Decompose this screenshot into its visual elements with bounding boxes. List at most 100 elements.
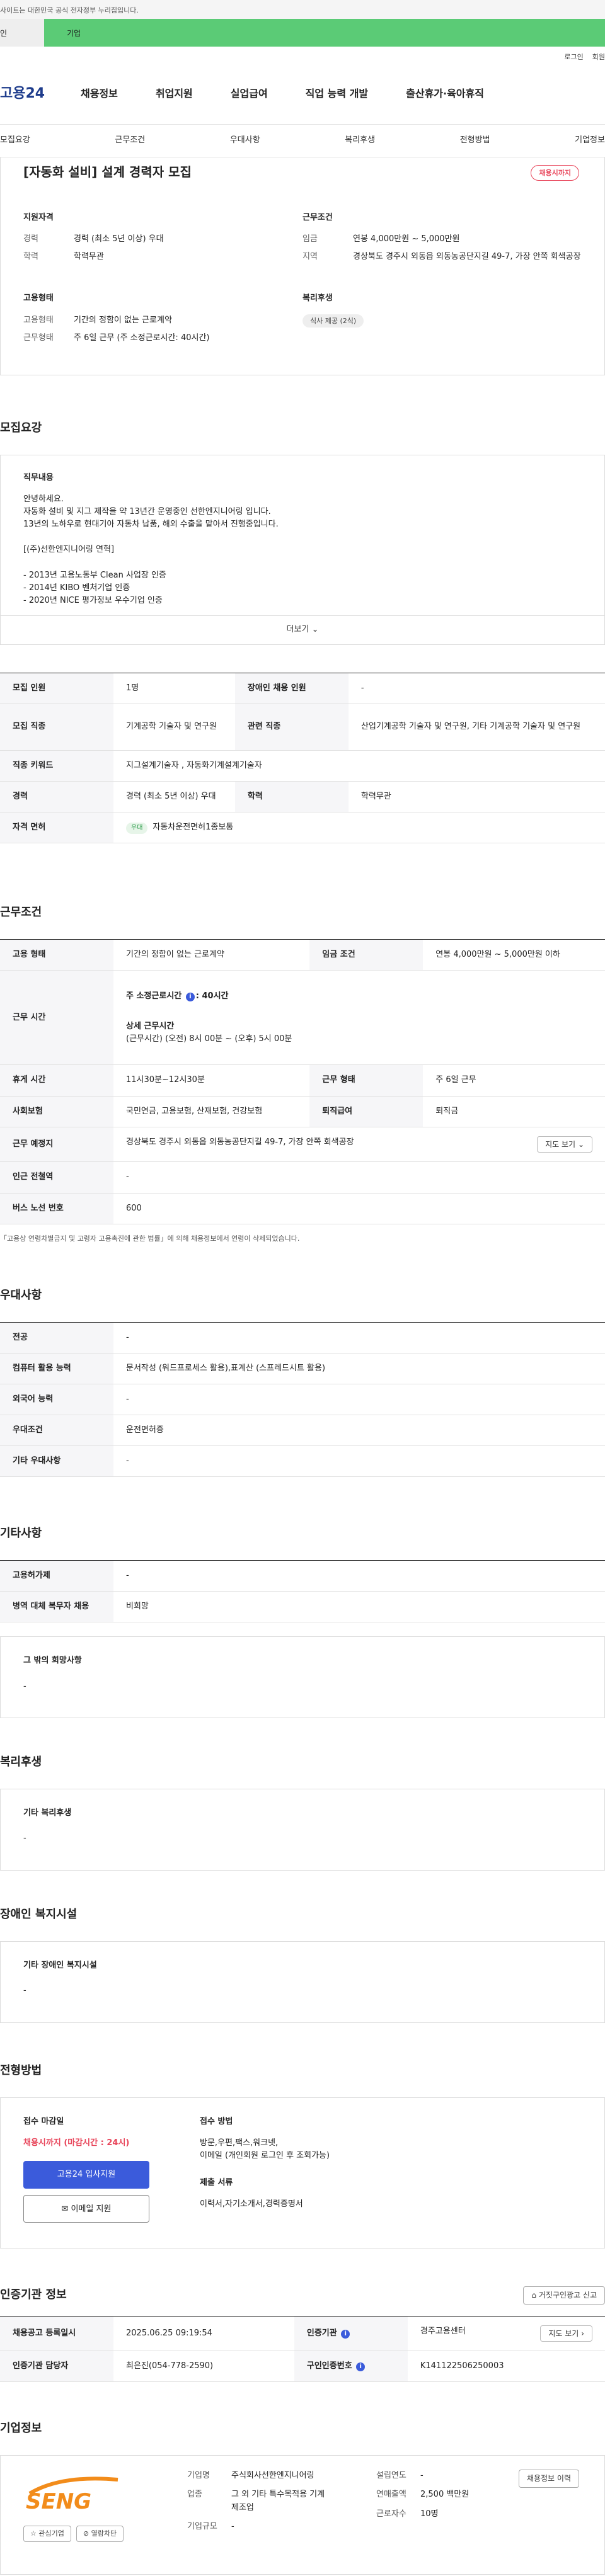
cell-value: 산업기계공학 기술자 및 연구원, 기타 기계공학 기술자 및 연구원 bbox=[348, 704, 605, 751]
desc-line: - 2020년 NICE 평가정보 우수기업 인증 bbox=[23, 595, 163, 605]
cell-label: 컴퓨터 활용 능력 bbox=[0, 1353, 113, 1384]
cell-label: 기타 우대사항 bbox=[0, 1445, 113, 1478]
desc-line bbox=[23, 531, 582, 544]
company-label: 기업명 bbox=[187, 2471, 210, 2481]
anchor-selection[interactable]: 전형방법 bbox=[460, 134, 490, 147]
company-value: 주식회사선한엔지니어링 bbox=[231, 2471, 314, 2481]
cell-value: 경주고용센터 지도 보기 › bbox=[407, 2316, 605, 2352]
info-icon[interactable]: i bbox=[356, 2362, 366, 2372]
section-title-recruit: 모집요강 bbox=[0, 421, 42, 435]
preferred-chip: 우대 bbox=[126, 823, 148, 834]
login-link[interactable]: 로그인 bbox=[564, 52, 583, 64]
cell-label: 인증기관 담당자 bbox=[0, 2351, 113, 2383]
block-company-button[interactable]: ⊘ 열람차단 bbox=[76, 2526, 124, 2542]
tab-company[interactable]: 기업 bbox=[44, 19, 605, 47]
etc-table: 고용허가제 - 병역 대체 복무자 채용 비희망 bbox=[0, 1560, 605, 1623]
cell-label: 장애인 채용 인원 bbox=[234, 673, 349, 705]
cell-value: - bbox=[113, 1445, 605, 1478]
disabled-box-value: - bbox=[23, 1986, 26, 1996]
welfare-box-value: - bbox=[23, 1833, 26, 1844]
report-fake-ad-button[interactable]: ⌂ 거짓구인광고 신고 bbox=[523, 2286, 605, 2305]
anchor-preferences[interactable]: 우대사항 bbox=[230, 134, 260, 147]
gnb-training[interactable]: 직업 능력 개발 bbox=[306, 86, 368, 102]
cell-label: 학력 bbox=[234, 781, 349, 813]
util-links: 로그인 회원 bbox=[0, 47, 605, 64]
site-logo[interactable]: 고용24 bbox=[0, 83, 81, 105]
cert-head-row: 인증기관 정보 ⌂ 거짓구인광고 신고 bbox=[0, 2286, 605, 2305]
cell-value: 600 bbox=[113, 1193, 605, 1224]
summary-label: 근무형태 bbox=[23, 333, 54, 343]
email-apply-button[interactable]: ✉ 이메일 지원 bbox=[23, 2195, 149, 2223]
cell-label: 근무 예정지 bbox=[0, 1127, 113, 1163]
anchor-conditions[interactable]: 근무조건 bbox=[115, 134, 145, 147]
tab-person[interactable]: 인 bbox=[0, 19, 44, 47]
anchor-nav: 모집요강 근무조건 우대사항 복리후생 전형방법 기업정보 bbox=[0, 125, 605, 157]
status-badge: 채용시까지 bbox=[531, 165, 579, 181]
cell-label: 근무 형태 bbox=[309, 1064, 424, 1097]
section-title-preferences: 우대사항 bbox=[0, 1288, 42, 1302]
cell-label: 고용허가제 bbox=[0, 1560, 113, 1592]
cell-value: 연봉 4,000만원 ~ 5,000만원 이하 bbox=[423, 939, 605, 971]
signup-link[interactable]: 회원 bbox=[592, 52, 605, 64]
org-map-button[interactable]: 지도 보기 › bbox=[540, 2325, 592, 2342]
more-label: 더보기 bbox=[286, 624, 309, 634]
company-label: 근로자수 bbox=[376, 2509, 406, 2519]
cell-label: 퇴직급여 bbox=[309, 1096, 424, 1127]
company-value: 10명 bbox=[420, 2509, 439, 2519]
gnb-jobs[interactable]: 채용정보 bbox=[81, 86, 118, 102]
company-value: - bbox=[231, 2521, 234, 2531]
anchor-recruit[interactable]: 모집요강 bbox=[0, 134, 30, 147]
favorite-company-button[interactable]: ☆ 관심기업 bbox=[23, 2526, 71, 2542]
other-wishes-value: - bbox=[23, 1681, 26, 1691]
anchor-welfare[interactable]: 복리후생 bbox=[345, 134, 375, 147]
block-label: 열람차단 bbox=[91, 2529, 117, 2538]
cell-value: 우대 자동차운전면허1종보통 bbox=[113, 812, 605, 844]
cell-value: - bbox=[348, 673, 605, 705]
cell-label: 임금 조건 bbox=[309, 939, 424, 971]
cell-label: 버스 노선 번호 bbox=[0, 1193, 113, 1224]
disabled-box-head: 기타 장애인 복지시설 bbox=[23, 1961, 97, 1971]
license-value: 자동차운전면허1종보통 bbox=[153, 823, 234, 833]
summary-value: 기간의 정함이 없는 근로계약 bbox=[74, 315, 172, 325]
section-title-cert: 인증기관 정보 bbox=[0, 2288, 67, 2302]
org-value: 경주고용센터 bbox=[420, 2326, 466, 2336]
page-root: 사이트는 대한민국 공식 전자정부 누리집입니다. 인 기업 로그인 회원 고용… bbox=[0, 0, 605, 2576]
info-icon[interactable]: i bbox=[185, 992, 195, 1001]
docs-head: 제출 서류 bbox=[200, 2177, 233, 2187]
welfare-box-head: 기타 복리후생 bbox=[23, 1808, 72, 1818]
method-line: 방문,우편,팩스,워크넷, bbox=[200, 2138, 279, 2148]
map-button-label: 지도 보기 bbox=[548, 2328, 579, 2338]
job-description-box: 직무내용 안녕하세요. 자동화 설비 및 지그 제작을 약 13년간 운영중인 … bbox=[0, 454, 605, 645]
company-label: 기업규모 bbox=[187, 2521, 217, 2531]
cell-value: 비희망 bbox=[113, 1591, 605, 1623]
cell-label: 외국어 능력 bbox=[0, 1384, 113, 1416]
chevron-right-icon: › bbox=[581, 2328, 584, 2338]
no-label: 구인인증번호 bbox=[306, 2361, 352, 2371]
cell-value: - bbox=[113, 1322, 605, 1354]
gnb-employment-support[interactable]: 취업지원 bbox=[156, 86, 193, 102]
info-icon[interactable]: i bbox=[341, 2329, 350, 2339]
deadline-value: 채용시까지 (마감시간 : 24시) bbox=[23, 2138, 130, 2148]
desc-line: 안녕하세요. bbox=[23, 494, 64, 504]
gnb-parental-leave[interactable]: 출산휴가·육아휴직 bbox=[406, 86, 484, 102]
time-detail-head: 상세 근무시간 bbox=[126, 1021, 175, 1031]
gnb-unemployment-benefit[interactable]: 실업급여 bbox=[231, 86, 268, 102]
summary-label: 고용형태 bbox=[23, 315, 54, 325]
summary-value: 연봉 4,000만원 ~ 5,000만원 bbox=[353, 234, 460, 244]
summary-label: 임금 bbox=[302, 234, 318, 244]
time-detail: (근무시간) (오전) 8시 00분 ~ (오후) 5시 00분 bbox=[126, 1034, 292, 1044]
cell-label: 경력 bbox=[0, 781, 113, 813]
welfare-box: 기타 복리후생 - bbox=[0, 1789, 605, 1871]
cell-value: 국민연금, 고용보험, 산재보험, 건강보험 bbox=[113, 1096, 310, 1127]
cell-value: 지그설계기술자 , 자동화기계설계기술자 bbox=[113, 750, 605, 782]
more-button[interactable]: 더보기 ⌄ bbox=[1, 615, 604, 644]
anchor-company[interactable]: 기업정보 bbox=[575, 134, 605, 147]
apply-button[interactable]: 고용24 입사지원 bbox=[23, 2161, 149, 2189]
cell-label: 병역 대체 복무자 채용 bbox=[0, 1591, 113, 1623]
recruit-history-button[interactable]: 채용정보 이력 bbox=[518, 2470, 579, 2488]
summary-value: 경력 (최소 5년 이상) 우대 bbox=[74, 234, 164, 244]
cell-value: 2025.06.25 09:19:54 bbox=[113, 2316, 294, 2352]
main-nav: 고용24 채용정보 취업지원 실업급여 직업 능력 개발 출산휴가·육아휴직 bbox=[0, 64, 605, 125]
map-button[interactable]: 지도 보기 ⌄ bbox=[537, 1136, 592, 1153]
desc-line: 자동화 설비 및 지그 제작을 약 13년간 운영중인 선한엔지니어링 입니다. bbox=[23, 507, 271, 517]
